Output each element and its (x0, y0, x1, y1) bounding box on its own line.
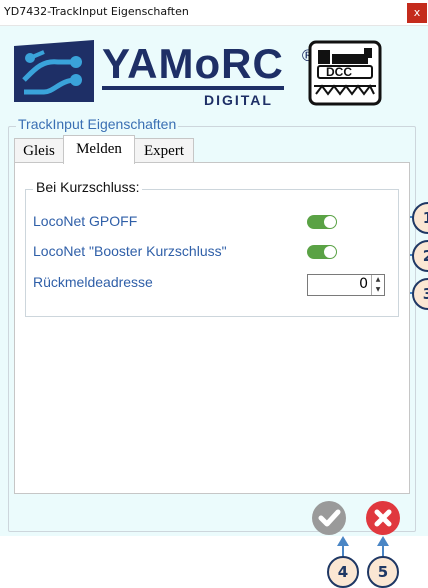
group-title: TrackInput Eigenschaften (16, 116, 179, 132)
dcc-logo: DCC (308, 40, 382, 106)
spin-buttons: ▲ ▼ (371, 275, 384, 295)
toggle-knob (324, 246, 336, 258)
close-window-button[interactable]: x (407, 3, 427, 23)
ok-button[interactable] (312, 501, 346, 535)
spin-up-button[interactable]: ▲ (372, 275, 384, 285)
feedback-address-spinbox[interactable]: 0 ▲ ▼ (307, 274, 385, 296)
spin-down-button[interactable]: ▼ (372, 285, 384, 295)
brand-name: YAMoRC (102, 40, 284, 87)
close-icon (374, 509, 392, 527)
circuit-logo-icon (14, 40, 94, 102)
brand-subtitle: DIGITAL (204, 92, 273, 108)
yamorc-logo: YAMoRC ® DIGITAL (14, 40, 324, 108)
tab-gleis[interactable]: Gleis (14, 138, 64, 163)
dcc-label: DCC (326, 65, 352, 79)
cancel-button[interactable] (366, 501, 400, 535)
loconet-gpoff-toggle[interactable] (307, 215, 337, 229)
window-title: YD7432-TrackInput Eigenschaften (4, 5, 189, 18)
loconet-booster-label: LocoNet "Booster Kurzschluss" (33, 243, 227, 259)
checkmark-icon (318, 509, 341, 527)
feedback-address-label: Rückmeldeadresse (33, 274, 153, 290)
loconet-booster-toggle[interactable] (307, 245, 337, 259)
toggle-knob (324, 216, 336, 228)
feedback-address-value: 0 (359, 276, 368, 292)
dialog-body: YAMoRC ® DIGITAL DCC TrackInput Eigensch… (0, 26, 428, 536)
tab-panel-melden: Bei Kurzschluss: LocoNet GPOFF LocoNet "… (14, 162, 410, 494)
callout-5: 5 (367, 556, 399, 588)
brand-underline (102, 86, 284, 90)
loconet-gpoff-label: LocoNet GPOFF (33, 213, 138, 229)
tab-expert[interactable]: Expert (134, 138, 194, 163)
section-title: Bei Kurzschluss: (33, 179, 143, 195)
title-bar: YD7432-TrackInput Eigenschaften x (0, 0, 428, 26)
callout-4: 4 (327, 556, 359, 588)
tab-melden[interactable]: Melden (63, 135, 135, 164)
